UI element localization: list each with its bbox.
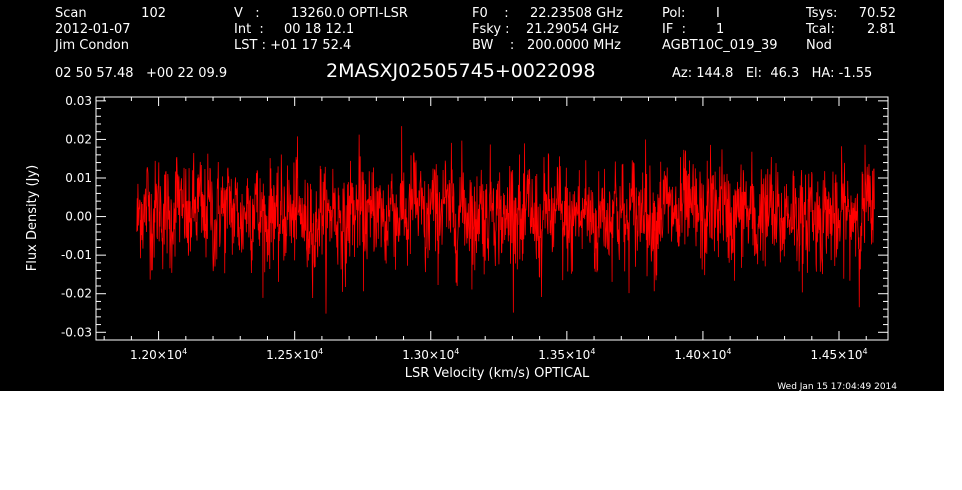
- series-layer: [136, 126, 875, 314]
- y-tick-label: -0.01: [61, 248, 92, 262]
- x-tick-label: 1.25×104: [266, 347, 323, 362]
- y-axis-label: Flux Density (Jy): [25, 165, 40, 271]
- x-tick-label: 1.20×104: [130, 347, 187, 362]
- timestamp: Wed Jan 15 17:04:49 2014: [777, 382, 897, 391]
- y-tick-label: -0.03: [61, 325, 92, 339]
- y-tick-label: -0.02: [61, 287, 92, 301]
- y-tick-label: 0.02: [65, 132, 92, 146]
- x-tick-label: 1.30×104: [402, 347, 459, 362]
- spectrum-chart: 1.20×104 1.25×104 1.30×104 1.35×104 1.40×104…: [25, 94, 897, 391]
- x-axis-label: LSR Velocity (km/s) OPTICAL: [405, 366, 590, 381]
- x-tick-label: 1.40×104: [674, 347, 731, 362]
- y-tick-label: 0.01: [65, 171, 92, 185]
- x-tick-label: 1.45×104: [810, 347, 867, 362]
- y-tick-label: 0.00: [65, 210, 92, 224]
- y-tick-label: 0.03: [65, 94, 92, 108]
- x-tick-label: 1.35×104: [538, 347, 595, 362]
- series-line: [136, 126, 875, 314]
